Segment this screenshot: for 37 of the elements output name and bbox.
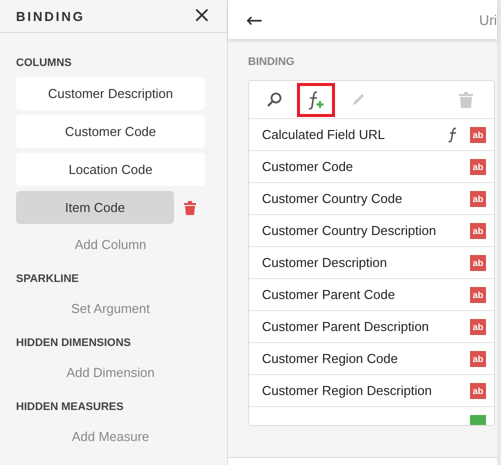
type-badge: ab	[470, 222, 486, 238]
field-name[interactable]: Customer Country Description	[262, 223, 458, 238]
pencil-icon	[350, 92, 366, 108]
type-badge: ab	[470, 126, 486, 142]
type-badge: ab	[470, 318, 486, 334]
field-name[interactable]: Customer Country Code	[262, 191, 458, 206]
type-badge: ab	[470, 190, 486, 206]
section-title: COLUMNS	[16, 57, 73, 69]
section-title: HIDDEN MEASURES	[16, 401, 125, 413]
trash-icon[interactable]	[184, 200, 196, 214]
panel-title: BINDING	[16, 8, 85, 24]
type-badge: ab	[470, 350, 486, 366]
type-badge: ab	[470, 158, 486, 174]
column-item[interactable]: Item Code	[16, 191, 174, 224]
section-title: HIDDEN DIMENSIONS	[16, 337, 132, 349]
type-badge: ab	[470, 286, 486, 302]
section-title: SPARKLINE	[16, 273, 80, 285]
back-button[interactable]: ←	[246, 8, 263, 32]
trash-icon	[459, 92, 473, 108]
type-badge: ab	[470, 254, 486, 270]
column-item[interactable]: Customer Code	[16, 115, 205, 148]
field-name[interactable]: Customer Parent Code	[262, 287, 458, 302]
field-name[interactable]: Calculated Field URL	[262, 127, 436, 142]
field-name[interactable]: Customer Code	[262, 159, 458, 174]
column-item[interactable]: Customer Description	[16, 77, 205, 110]
header-text: Uri	[479, 12, 497, 28]
type-badge: ab	[470, 382, 486, 398]
field-name[interactable]: Customer Region Description	[262, 383, 458, 398]
column-item[interactable]: Location Code	[16, 153, 205, 186]
field-name[interactable]: Customer Parent Description	[262, 319, 458, 334]
add-calculated-button[interactable]	[297, 82, 335, 116]
search-icon	[266, 92, 282, 108]
field-name[interactable]: Customer Region Code	[262, 351, 458, 366]
section-title: BINDING	[248, 56, 296, 68]
close-button[interactable]: ×	[190, 5, 213, 27]
function-plus-icon	[306, 90, 326, 110]
field-name[interactable]: Customer Description	[262, 255, 458, 270]
